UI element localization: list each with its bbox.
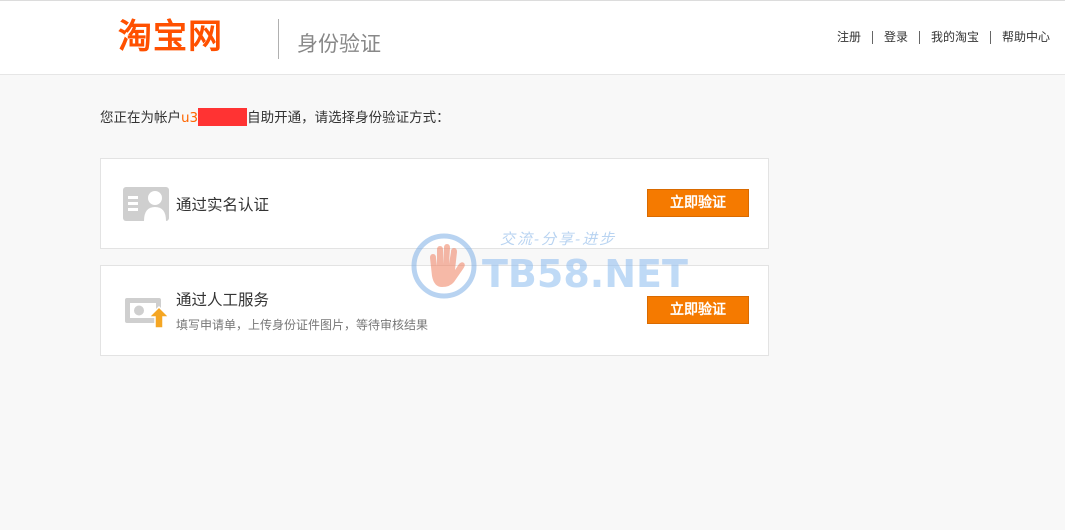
- taobao-logo[interactable]: 淘宝网: [118, 15, 223, 59]
- nav-my-taobao-link[interactable]: 我的淘宝: [920, 28, 990, 46]
- prompt-prefix: 您正在为帐户: [100, 110, 181, 126]
- upload-id-icon: [125, 298, 169, 329]
- account-redaction: [198, 108, 248, 126]
- prompt-suffix: 自助开通，请选择身份验证方式：: [247, 110, 450, 126]
- option-title: 通过实名认证: [176, 196, 270, 214]
- nav-help-center-link[interactable]: 帮助中心: [991, 28, 1061, 46]
- verification-prompt: 您正在为帐户u3 自助开通，请选择身份验证方式：: [100, 108, 450, 128]
- nav-register-link[interactable]: 注册: [826, 28, 872, 46]
- nav-login-link[interactable]: 登录: [873, 28, 919, 46]
- top-nav: 注册 登录 我的淘宝 帮助中心: [826, 28, 1061, 46]
- logo-divider: [278, 19, 279, 59]
- id-card-icon: [123, 187, 169, 221]
- option-card-manual: 通过人工服务 填写申请单，上传身份证件图片，等待审核结果 立即验证: [100, 265, 769, 356]
- page-title: 身份验证: [297, 32, 381, 56]
- verify-now-button[interactable]: 立即验证: [647, 296, 749, 324]
- option-title: 通过人工服务: [176, 291, 270, 309]
- option-card-realname: 通过实名认证 立即验证: [100, 158, 769, 249]
- site-header: 淘宝网 身份验证 注册 登录 我的淘宝 帮助中心: [0, 0, 1065, 75]
- verify-now-button[interactable]: 立即验证: [647, 189, 749, 217]
- account-name: u3: [181, 110, 199, 126]
- option-description: 填写申请单，上传身份证件图片，等待审核结果: [176, 318, 429, 332]
